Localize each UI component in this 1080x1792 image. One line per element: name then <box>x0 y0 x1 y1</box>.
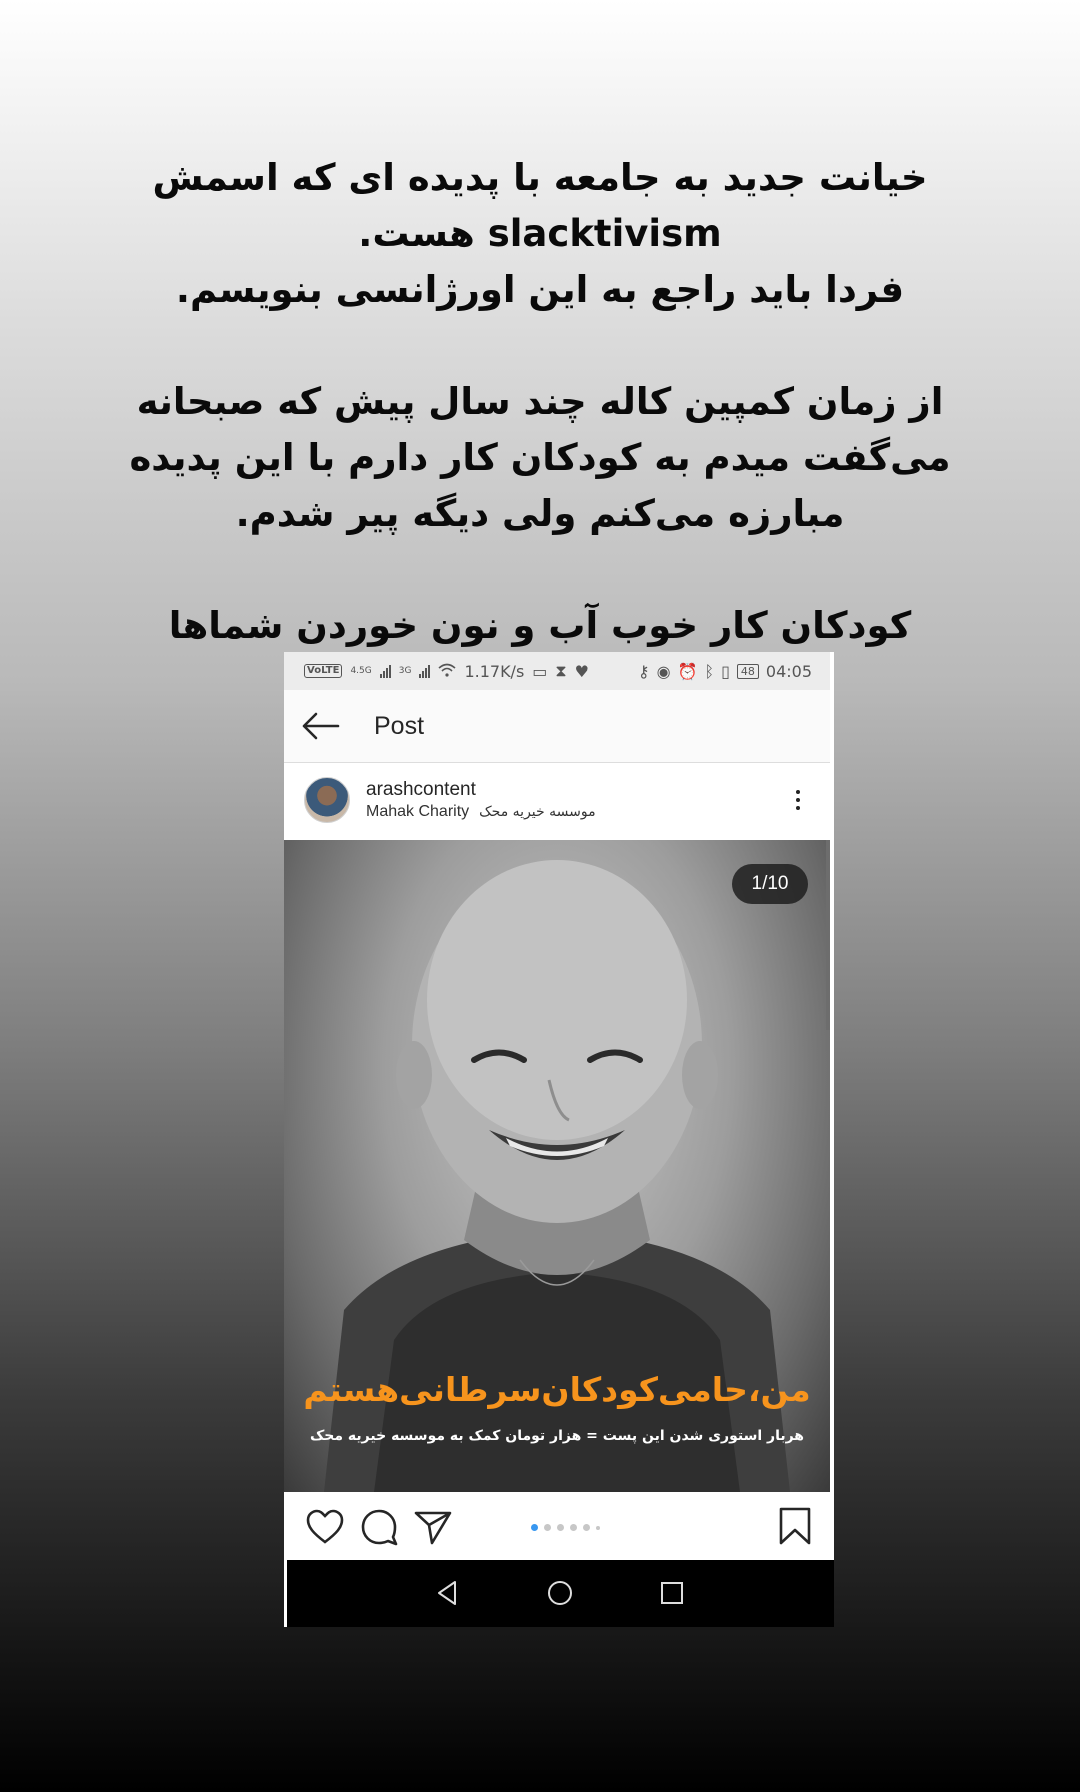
embedded-screenshot: VoLTE 4.5G 3G 1.17K/s ▭ ⧗ ♥ ⚷ ◉ ⏰ ᛒ ▯ 48… <box>284 652 834 1627</box>
back-arrow-icon[interactable] <box>300 711 340 741</box>
signal-icon <box>419 664 431 678</box>
post-action-bar <box>287 1496 833 1558</box>
story-caption: خیانت جدید به جامعه با پدیده ای که اسمش … <box>120 150 960 710</box>
status-bar: VoLTE 4.5G 3G 1.17K/s ▭ ⧗ ♥ ⚷ ◉ ⏰ ᛒ ▯ 48… <box>284 652 830 690</box>
nav-home-icon[interactable] <box>545 1578 575 1608</box>
carousel-dot <box>570 1524 577 1531</box>
post-username[interactable]: arashcontent <box>366 779 596 801</box>
eye-icon: ◉ <box>656 661 671 681</box>
carousel-dot <box>544 1524 551 1531</box>
post-location[interactable]: Mahak Charity موسسه خیریه محک <box>366 803 596 821</box>
caption-line: فردا باید راجع به این اورژانسی بنویسم. <box>175 268 905 311</box>
carousel-dot <box>583 1524 590 1531</box>
carousel-counter: 1/10 <box>732 864 808 904</box>
wifi-icon <box>438 662 456 681</box>
key-icon: ⚷ <box>637 661 650 681</box>
share-send-icon[interactable] <box>413 1507 453 1547</box>
more-options-icon[interactable] <box>796 790 800 810</box>
signal-icon <box>379 664 391 678</box>
avatar[interactable] <box>304 777 350 823</box>
network-speed: 1.17K/s <box>464 661 525 681</box>
volte-indicator: VoLTE <box>304 664 343 678</box>
comment-icon[interactable] <box>359 1507 399 1547</box>
caption-line: از زمان کمپین کاله چند سال پیش که صبحانه <box>136 380 944 423</box>
image-overlay-title: من،حامی‌کودکان‌سرطانی‌هستم <box>303 1370 811 1409</box>
caption-line: می‌گفت میدم به کودکان کار دارم با این پد… <box>129 436 951 479</box>
caption-line: slacktivism هست. <box>358 212 722 255</box>
status-time: 04:05 <box>765 661 812 681</box>
vibrate-icon: ▯ <box>721 661 730 681</box>
scrollbar[interactable] <box>826 840 830 1030</box>
carousel-dot <box>531 1524 538 1531</box>
nav-back-icon[interactable] <box>433 1578 463 1608</box>
caption-gap <box>120 318 960 374</box>
page-title: Post <box>374 711 425 740</box>
hourglass-icon: ⧗ <box>555 661 567 680</box>
heart-rate-icon: ♥ <box>574 661 589 681</box>
network-label: 4.5G <box>350 666 372 676</box>
location-en: Mahak Charity <box>366 803 470 820</box>
image-overlay-subtitle: هربار استوری شدن این پست = هزار تومان کم… <box>309 1428 805 1444</box>
android-nav-bar <box>287 1560 834 1627</box>
like-heart-icon[interactable] <box>305 1507 345 1547</box>
carousel-dot <box>557 1524 564 1531</box>
alarm-icon: ⏰ <box>677 661 698 681</box>
bookmark-icon[interactable] <box>777 1506 813 1546</box>
network-label: 3G <box>398 666 412 676</box>
battery-indicator: 48 <box>736 663 759 679</box>
carousel-dot <box>596 1525 600 1530</box>
post-header: arashcontent Mahak Charity موسسه خیریه مح… <box>284 764 830 836</box>
carousel-dots <box>531 1524 600 1531</box>
location-fa: موسسه خیریه محک <box>479 804 596 820</box>
nav-recents-icon[interactable] <box>657 1578 687 1608</box>
app-bar: Post <box>284 690 830 763</box>
caption-line: خیانت جدید به جامعه با پدیده ای که اسمش <box>152 156 928 199</box>
post-image: 1/10 من،حامی‌کودکان‌سرطانی‌هستم هربار اس… <box>284 840 830 1492</box>
bluetooth-icon: ᛒ <box>704 661 715 681</box>
caption-line: مبارزه می‌کنم ولی دیگه پیر شدم. <box>235 492 845 535</box>
caption-gap <box>120 542 960 598</box>
usb-icon: ▭ <box>532 661 548 681</box>
